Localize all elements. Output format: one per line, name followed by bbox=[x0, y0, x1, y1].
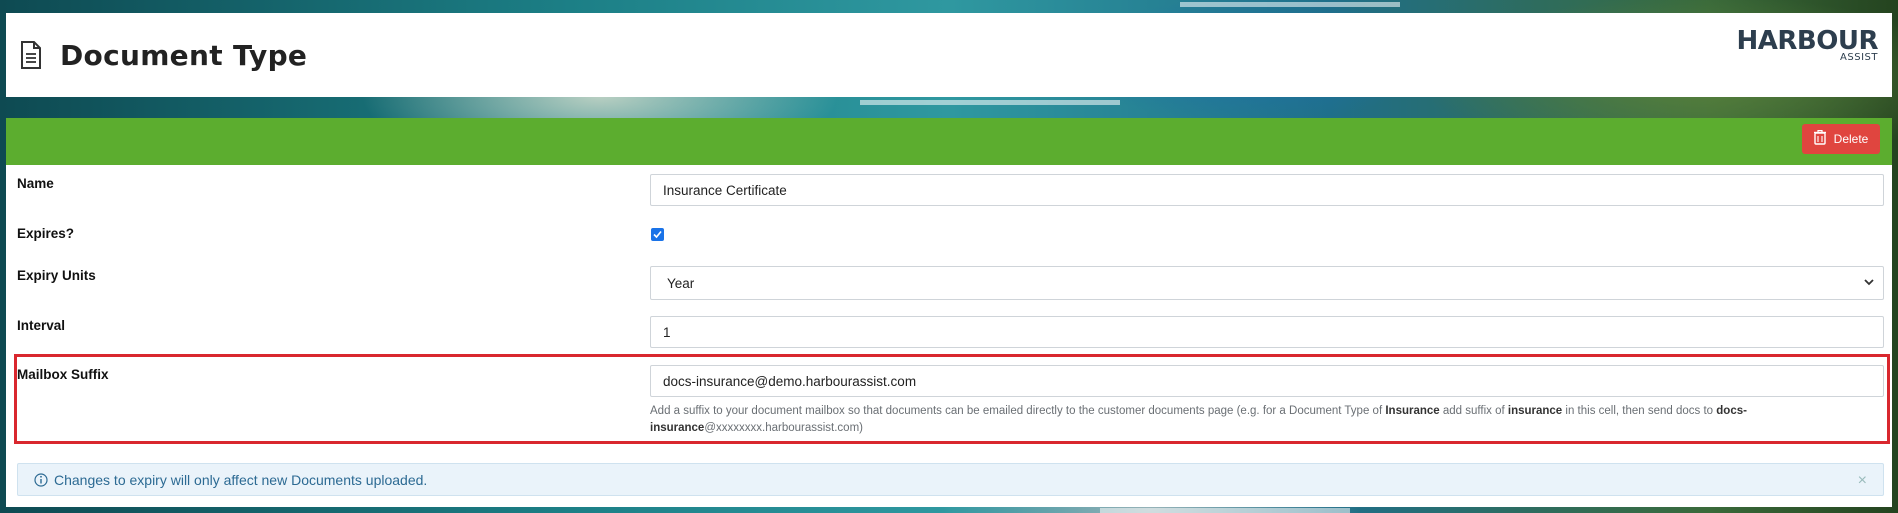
background-dock bbox=[1100, 508, 1350, 513]
expiry-units-select[interactable]: Year bbox=[650, 266, 1884, 300]
help-text-1: Add a suffix to your document mailbox so… bbox=[650, 405, 1386, 417]
expires-label: Expires? bbox=[17, 226, 75, 241]
delete-button[interactable]: Delete bbox=[1802, 124, 1880, 154]
page-header: Document Type HARBOUR ASSIST bbox=[6, 13, 1892, 97]
name-input[interactable]: Insurance Certificate bbox=[650, 174, 1884, 206]
name-value: Insurance Certificate bbox=[663, 182, 787, 198]
background-dock bbox=[1180, 2, 1400, 7]
page-title: Document Type bbox=[60, 38, 308, 72]
harbour-assist-logo[interactable]: HARBOUR ASSIST bbox=[1736, 26, 1879, 63]
document-icon bbox=[20, 38, 48, 72]
help-bold-1: Insurance bbox=[1385, 405, 1440, 417]
document-type-panel: Delete Name Insurance Certificate Expire… bbox=[6, 118, 1892, 507]
help-text-4: @xxxxxxxx.harbourassist.com) bbox=[704, 422, 863, 434]
delete-label: Delete bbox=[1833, 132, 1869, 146]
mailbox-suffix-value: docs-insurance@demo.harbourassist.com bbox=[663, 373, 917, 389]
check-icon bbox=[653, 230, 662, 239]
action-bar: Delete bbox=[6, 118, 1892, 165]
mailbox-suffix-help: Add a suffix to your document mailbox so… bbox=[650, 403, 1800, 437]
background-dock bbox=[860, 100, 1120, 105]
close-icon[interactable]: × bbox=[1858, 472, 1867, 490]
trash-icon bbox=[1813, 129, 1826, 148]
expires-checkbox[interactable] bbox=[651, 228, 664, 241]
mailbox-suffix-label: Mailbox Suffix bbox=[17, 367, 109, 382]
chevron-down-icon bbox=[1863, 276, 1875, 291]
help-text-3: in this cell, then send docs to bbox=[1562, 405, 1717, 417]
mailbox-suffix-input[interactable]: docs-insurance@demo.harbourassist.com bbox=[650, 365, 1884, 397]
info-alert: Changes to expiry will only affect new D… bbox=[17, 463, 1884, 496]
expiry-units-label: Expiry Units bbox=[17, 268, 96, 283]
interval-input[interactable]: 1 bbox=[650, 316, 1884, 348]
help-bold-2: insurance bbox=[1507, 405, 1563, 417]
logo-main-text: HARBOUR bbox=[1736, 26, 1879, 56]
help-text-2: add suffix of bbox=[1439, 405, 1508, 417]
expiry-units-value: Year bbox=[667, 275, 695, 291]
interval-label: Interval bbox=[17, 318, 66, 333]
interval-value: 1 bbox=[663, 324, 671, 340]
info-icon bbox=[34, 472, 48, 487]
name-label: Name bbox=[17, 176, 54, 191]
alert-text: Changes to expiry will only affect new D… bbox=[54, 471, 428, 488]
